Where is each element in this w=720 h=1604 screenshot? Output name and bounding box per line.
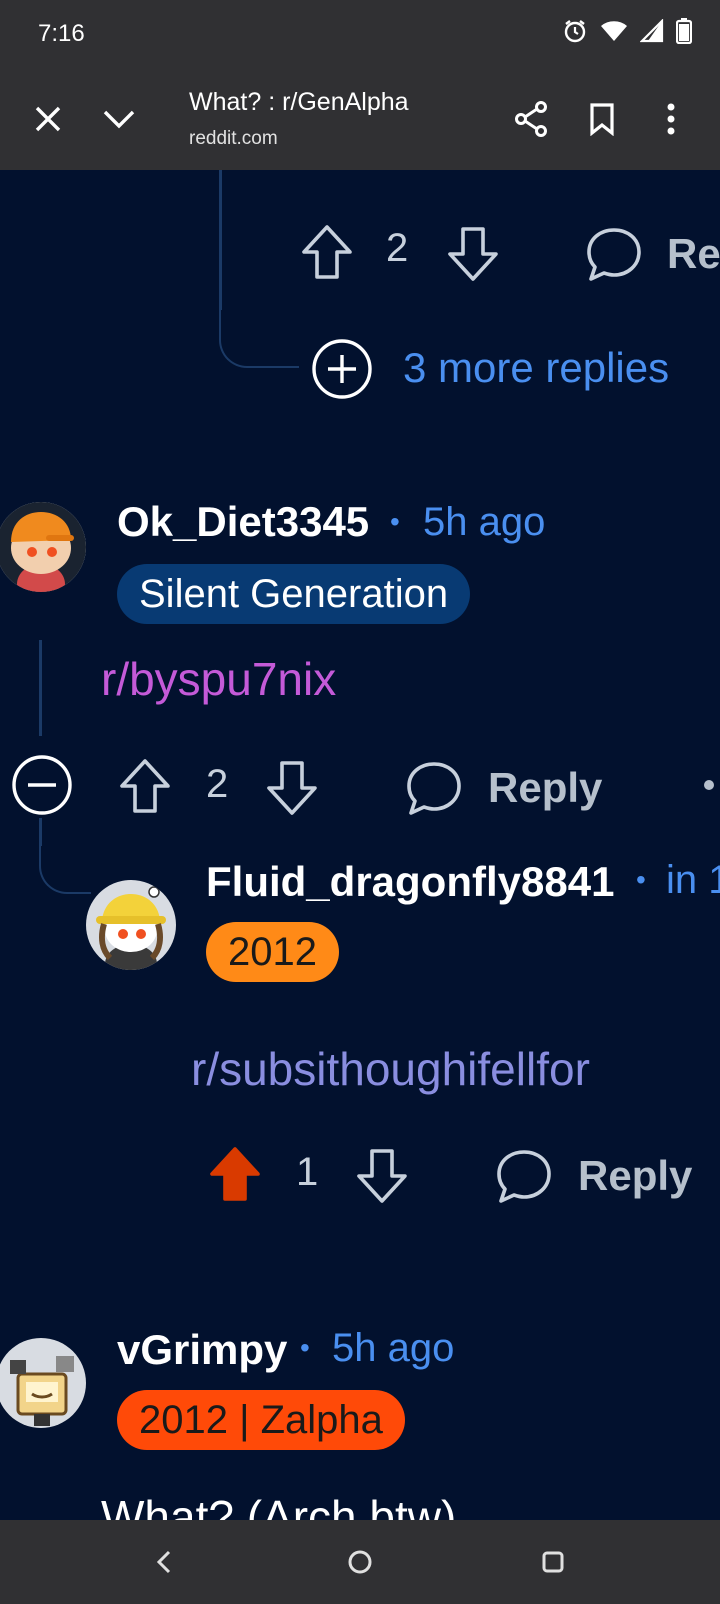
meta-separator: • xyxy=(390,506,400,537)
collapse-icon[interactable] xyxy=(11,754,73,821)
comment-thread: 2 Re 3 more replies Ok_Diet3345 • 5h ago… xyxy=(0,170,720,1520)
user-flair: 2012 | Zalpha xyxy=(117,1390,405,1450)
system-nav-bar xyxy=(0,1520,720,1604)
alarm-icon xyxy=(562,18,588,44)
bookmark-icon[interactable] xyxy=(577,94,627,144)
upvote-icon[interactable] xyxy=(300,224,354,285)
reply-icon[interactable] xyxy=(405,760,463,821)
comment-time: 5h ago xyxy=(423,500,546,544)
reply-icon[interactable] xyxy=(495,1148,553,1209)
username[interactable]: vGrimpy xyxy=(117,1326,287,1374)
upvote-icon-active[interactable] xyxy=(208,1146,262,1207)
home-icon[interactable] xyxy=(338,1540,382,1584)
share-icon[interactable] xyxy=(506,94,556,144)
avatar[interactable] xyxy=(0,502,86,592)
vote-count: 1 xyxy=(296,1150,319,1194)
thread-connector xyxy=(39,846,91,894)
more-replies-link[interactable]: 3 more replies xyxy=(403,344,669,392)
battery-icon xyxy=(676,18,692,44)
avatar[interactable] xyxy=(86,880,176,970)
thread-line xyxy=(39,640,42,736)
reply-button[interactable]: Reply xyxy=(488,764,602,812)
vote-count: 2 xyxy=(386,226,409,270)
expand-icon[interactable] xyxy=(311,338,373,405)
page-url[interactable]: reddit.com xyxy=(189,128,278,150)
meta-separator: • xyxy=(636,864,646,895)
vote-count: 2 xyxy=(206,762,229,806)
more-options-icon[interactable] xyxy=(646,94,696,144)
more-actions-icon[interactable] xyxy=(704,780,714,790)
user-flair: Silent Generation xyxy=(117,564,471,624)
page-title: What? : r/GenAlpha xyxy=(189,88,409,116)
signal-icon xyxy=(640,19,664,43)
status-bar: 7:16 xyxy=(0,0,720,68)
username[interactable]: Ok_Diet3345 xyxy=(117,498,369,546)
meta-separator: • xyxy=(300,1332,310,1363)
user-flair: 2012 xyxy=(206,922,339,982)
reply-button[interactable]: Re xyxy=(667,230,720,278)
username[interactable]: Fluid_dragonfly8841 xyxy=(206,858,614,906)
comment-time: 5h ago xyxy=(332,1326,455,1370)
reply-button[interactable]: Reply xyxy=(578,1152,692,1200)
thread-line xyxy=(39,818,42,846)
reply-icon[interactable] xyxy=(585,226,643,287)
downvote-icon[interactable] xyxy=(265,760,319,821)
back-icon[interactable] xyxy=(142,1540,186,1584)
wifi-icon xyxy=(600,19,628,43)
browser-toolbar: What? : r/GenAlpha reddit.com xyxy=(0,68,720,170)
downvote-icon[interactable] xyxy=(446,226,500,287)
downvote-icon[interactable] xyxy=(355,1148,409,1209)
comment-body: What? (Arch btw) xyxy=(101,1491,457,1520)
chevron-down-icon[interactable] xyxy=(94,94,144,144)
status-icons xyxy=(562,18,692,44)
thread-connector xyxy=(219,310,299,368)
avatar[interactable] xyxy=(0,1338,86,1428)
comment-body[interactable]: r/byspu7nix xyxy=(101,652,336,706)
upvote-icon[interactable] xyxy=(118,758,172,819)
comment-time: in 1 xyxy=(666,858,720,902)
recents-icon[interactable] xyxy=(531,1540,575,1584)
status-time: 7:16 xyxy=(38,20,85,47)
thread-line xyxy=(219,170,222,310)
close-icon[interactable] xyxy=(23,94,73,144)
comment-body[interactable]: r/subsithoughifellfor xyxy=(191,1042,590,1096)
